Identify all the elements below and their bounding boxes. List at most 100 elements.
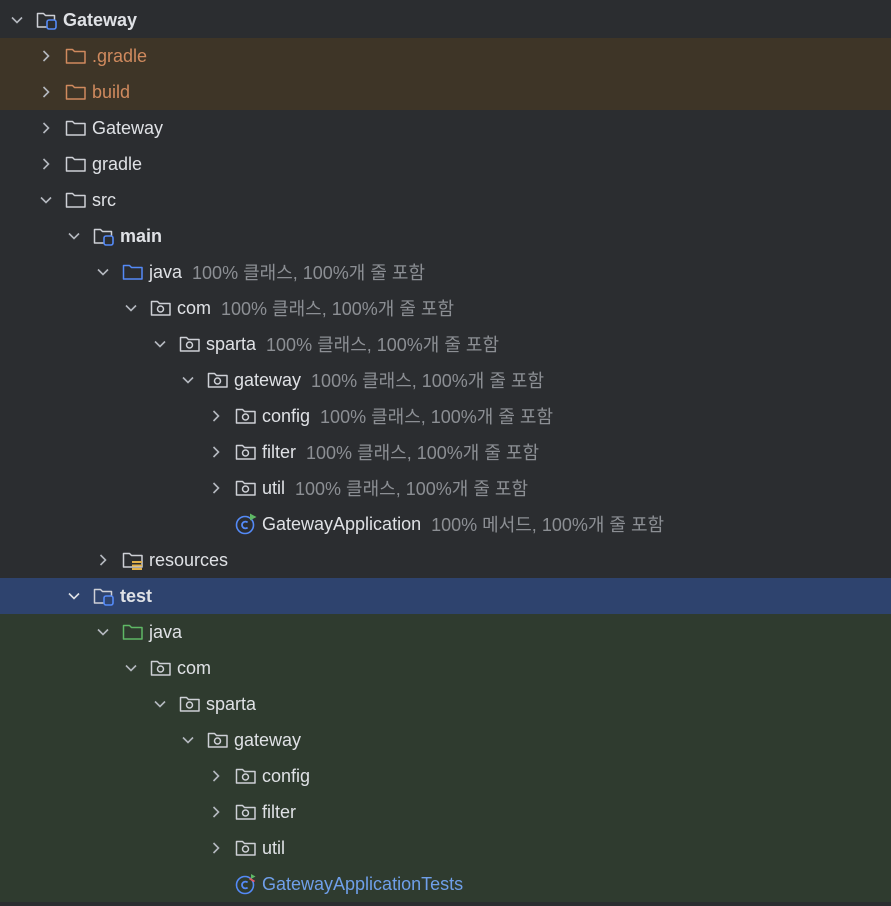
- chevron-right-icon[interactable]: [207, 479, 225, 497]
- tree-row-label: src: [92, 189, 116, 210]
- tree-row-label: GatewayApplication: [262, 513, 422, 534]
- folder-icon: [64, 188, 88, 212]
- folder-icon: [64, 152, 88, 176]
- source-root-folder-icon: [121, 260, 145, 284]
- coverage-summary: 100% 클래스, 100%개 줄 포함: [320, 407, 554, 427]
- package-folder-icon: [206, 368, 230, 392]
- module-folder-icon: [35, 8, 59, 32]
- coverage-summary: 100% 클래스, 100%개 줄 포함: [311, 371, 545, 391]
- package-folder-icon: [234, 476, 258, 500]
- chevron-down-icon[interactable]: [94, 623, 112, 641]
- chevron-down-icon[interactable]: [179, 731, 197, 749]
- tree-row-main-util[interactable]: util 100% 클래스, 100%개 줄 포함: [0, 470, 891, 506]
- package-folder-icon: [234, 800, 258, 824]
- coverage-summary: 100% 클래스, 100%개 줄 포함: [295, 479, 529, 499]
- tree-row-main-java[interactable]: java 100% 클래스, 100%개 줄 포함: [0, 254, 891, 290]
- tree-row-label: sparta: [206, 333, 257, 354]
- tree-row-label: test: [120, 585, 153, 606]
- tree-row-label: gradle: [92, 153, 143, 174]
- coverage-summary: 100% 클래스, 100%개 줄 포함: [221, 299, 455, 319]
- tree-row-label: gateway: [234, 369, 302, 390]
- tree-row-label: main: [120, 225, 163, 246]
- coverage-summary: 100% 메서드, 100%개 줄 포함: [431, 515, 665, 535]
- spring-boot-application-class-icon: [234, 512, 258, 536]
- tree-row-build[interactable]: build: [0, 74, 891, 110]
- test-root-folder-icon: [121, 620, 145, 644]
- tree-row-gateway-folder[interactable]: Gateway: [0, 110, 891, 146]
- coverage-summary: 100% 클래스, 100%개 줄 포함: [266, 335, 500, 355]
- tree-row-label: resources: [149, 549, 229, 570]
- tree-row-test[interactable]: test: [0, 578, 891, 614]
- tree-row-main-filter[interactable]: filter 100% 클래스, 100%개 줄 포함: [0, 434, 891, 470]
- tree-row-label: sparta: [206, 693, 257, 714]
- chevron-down-icon[interactable]: [151, 335, 169, 353]
- chevron-down-icon[interactable]: [65, 227, 83, 245]
- tree-row-main[interactable]: main: [0, 218, 891, 254]
- module-folder-icon: [92, 584, 116, 608]
- tree-row-test-util[interactable]: util: [0, 830, 891, 866]
- tree-row-test-java[interactable]: java: [0, 614, 891, 650]
- tree-row-src[interactable]: src: [0, 182, 891, 218]
- tree-row-test-filter[interactable]: filter: [0, 794, 891, 830]
- tree-row-label: java: [149, 621, 183, 642]
- chevron-right-icon[interactable]: [37, 47, 55, 65]
- chevron-down-icon[interactable]: [37, 191, 55, 209]
- chevron-down-icon[interactable]: [151, 695, 169, 713]
- tree-row-gradle[interactable]: gradle: [0, 146, 891, 182]
- excluded-folder-icon: [64, 80, 88, 104]
- chevron-down-icon[interactable]: [8, 11, 26, 29]
- chevron-right-icon[interactable]: [207, 839, 225, 857]
- package-folder-icon: [149, 656, 173, 680]
- chevron-down-icon[interactable]: [94, 263, 112, 281]
- tree-row-label: build: [92, 81, 131, 102]
- tree-row-test-com[interactable]: com: [0, 650, 891, 686]
- chevron-right-icon[interactable]: [207, 407, 225, 425]
- tree-row-gateway-application[interactable]: GatewayApplication 100% 메서드, 100%개 줄 포함: [0, 506, 891, 542]
- chevron-right-icon[interactable]: [37, 155, 55, 173]
- tree-row-label: java: [149, 261, 183, 282]
- package-folder-icon: [149, 296, 173, 320]
- chevron-right-icon[interactable]: [207, 803, 225, 821]
- package-folder-icon: [178, 692, 202, 716]
- tree-row-label: util: [262, 837, 286, 858]
- tree-row-test-config[interactable]: config: [0, 758, 891, 794]
- tree-row-label: .gradle: [92, 45, 148, 66]
- resources-folder-icon: [121, 548, 145, 572]
- package-folder-icon: [206, 728, 230, 752]
- package-folder-icon: [234, 836, 258, 860]
- chevron-right-icon[interactable]: [37, 119, 55, 137]
- package-folder-icon: [234, 404, 258, 428]
- tree-row-gateway-application-tests[interactable]: GatewayApplicationTests: [0, 866, 891, 902]
- tree-row-test-gateway[interactable]: gateway: [0, 722, 891, 758]
- chevron-down-icon[interactable]: [179, 371, 197, 389]
- tree-row-label: gateway: [234, 729, 302, 750]
- package-folder-icon: [178, 332, 202, 356]
- coverage-summary: 100% 클래스, 100%개 줄 포함: [306, 443, 540, 463]
- module-folder-icon: [92, 224, 116, 248]
- tree-row-resources[interactable]: resources: [0, 542, 891, 578]
- tree-row-label: Gateway: [63, 9, 138, 30]
- coverage-summary: 100% 클래스, 100%개 줄 포함: [192, 263, 426, 283]
- package-folder-icon: [234, 764, 258, 788]
- tree-row-main-sparta[interactable]: sparta 100% 클래스, 100%개 줄 포함: [0, 326, 891, 362]
- package-folder-icon: [234, 440, 258, 464]
- chevron-right-icon[interactable]: [207, 443, 225, 461]
- chevron-down-icon[interactable]: [122, 299, 140, 317]
- tree-row-main-com[interactable]: com 100% 클래스, 100%개 줄 포함: [0, 290, 891, 326]
- tree-row-label: config: [262, 405, 311, 426]
- tree-row-main-config[interactable]: config 100% 클래스, 100%개 줄 포함: [0, 398, 891, 434]
- tree-row-label: filter: [262, 801, 297, 822]
- test-class-icon: [234, 872, 258, 896]
- tree-row-label: GatewayApplicationTests: [262, 873, 464, 894]
- chevron-down-icon[interactable]: [65, 587, 83, 605]
- chevron-right-icon[interactable]: [207, 767, 225, 785]
- tree-row-label: config: [262, 765, 311, 786]
- tree-row-label: com: [177, 297, 212, 318]
- tree-row-gateway-module[interactable]: Gateway: [0, 2, 891, 38]
- chevron-right-icon[interactable]: [94, 551, 112, 569]
- chevron-right-icon[interactable]: [37, 83, 55, 101]
- tree-row-test-sparta[interactable]: sparta: [0, 686, 891, 722]
- tree-row-dot-gradle[interactable]: .gradle: [0, 38, 891, 74]
- chevron-down-icon[interactable]: [122, 659, 140, 677]
- tree-row-main-gateway[interactable]: gateway 100% 클래스, 100%개 줄 포함: [0, 362, 891, 398]
